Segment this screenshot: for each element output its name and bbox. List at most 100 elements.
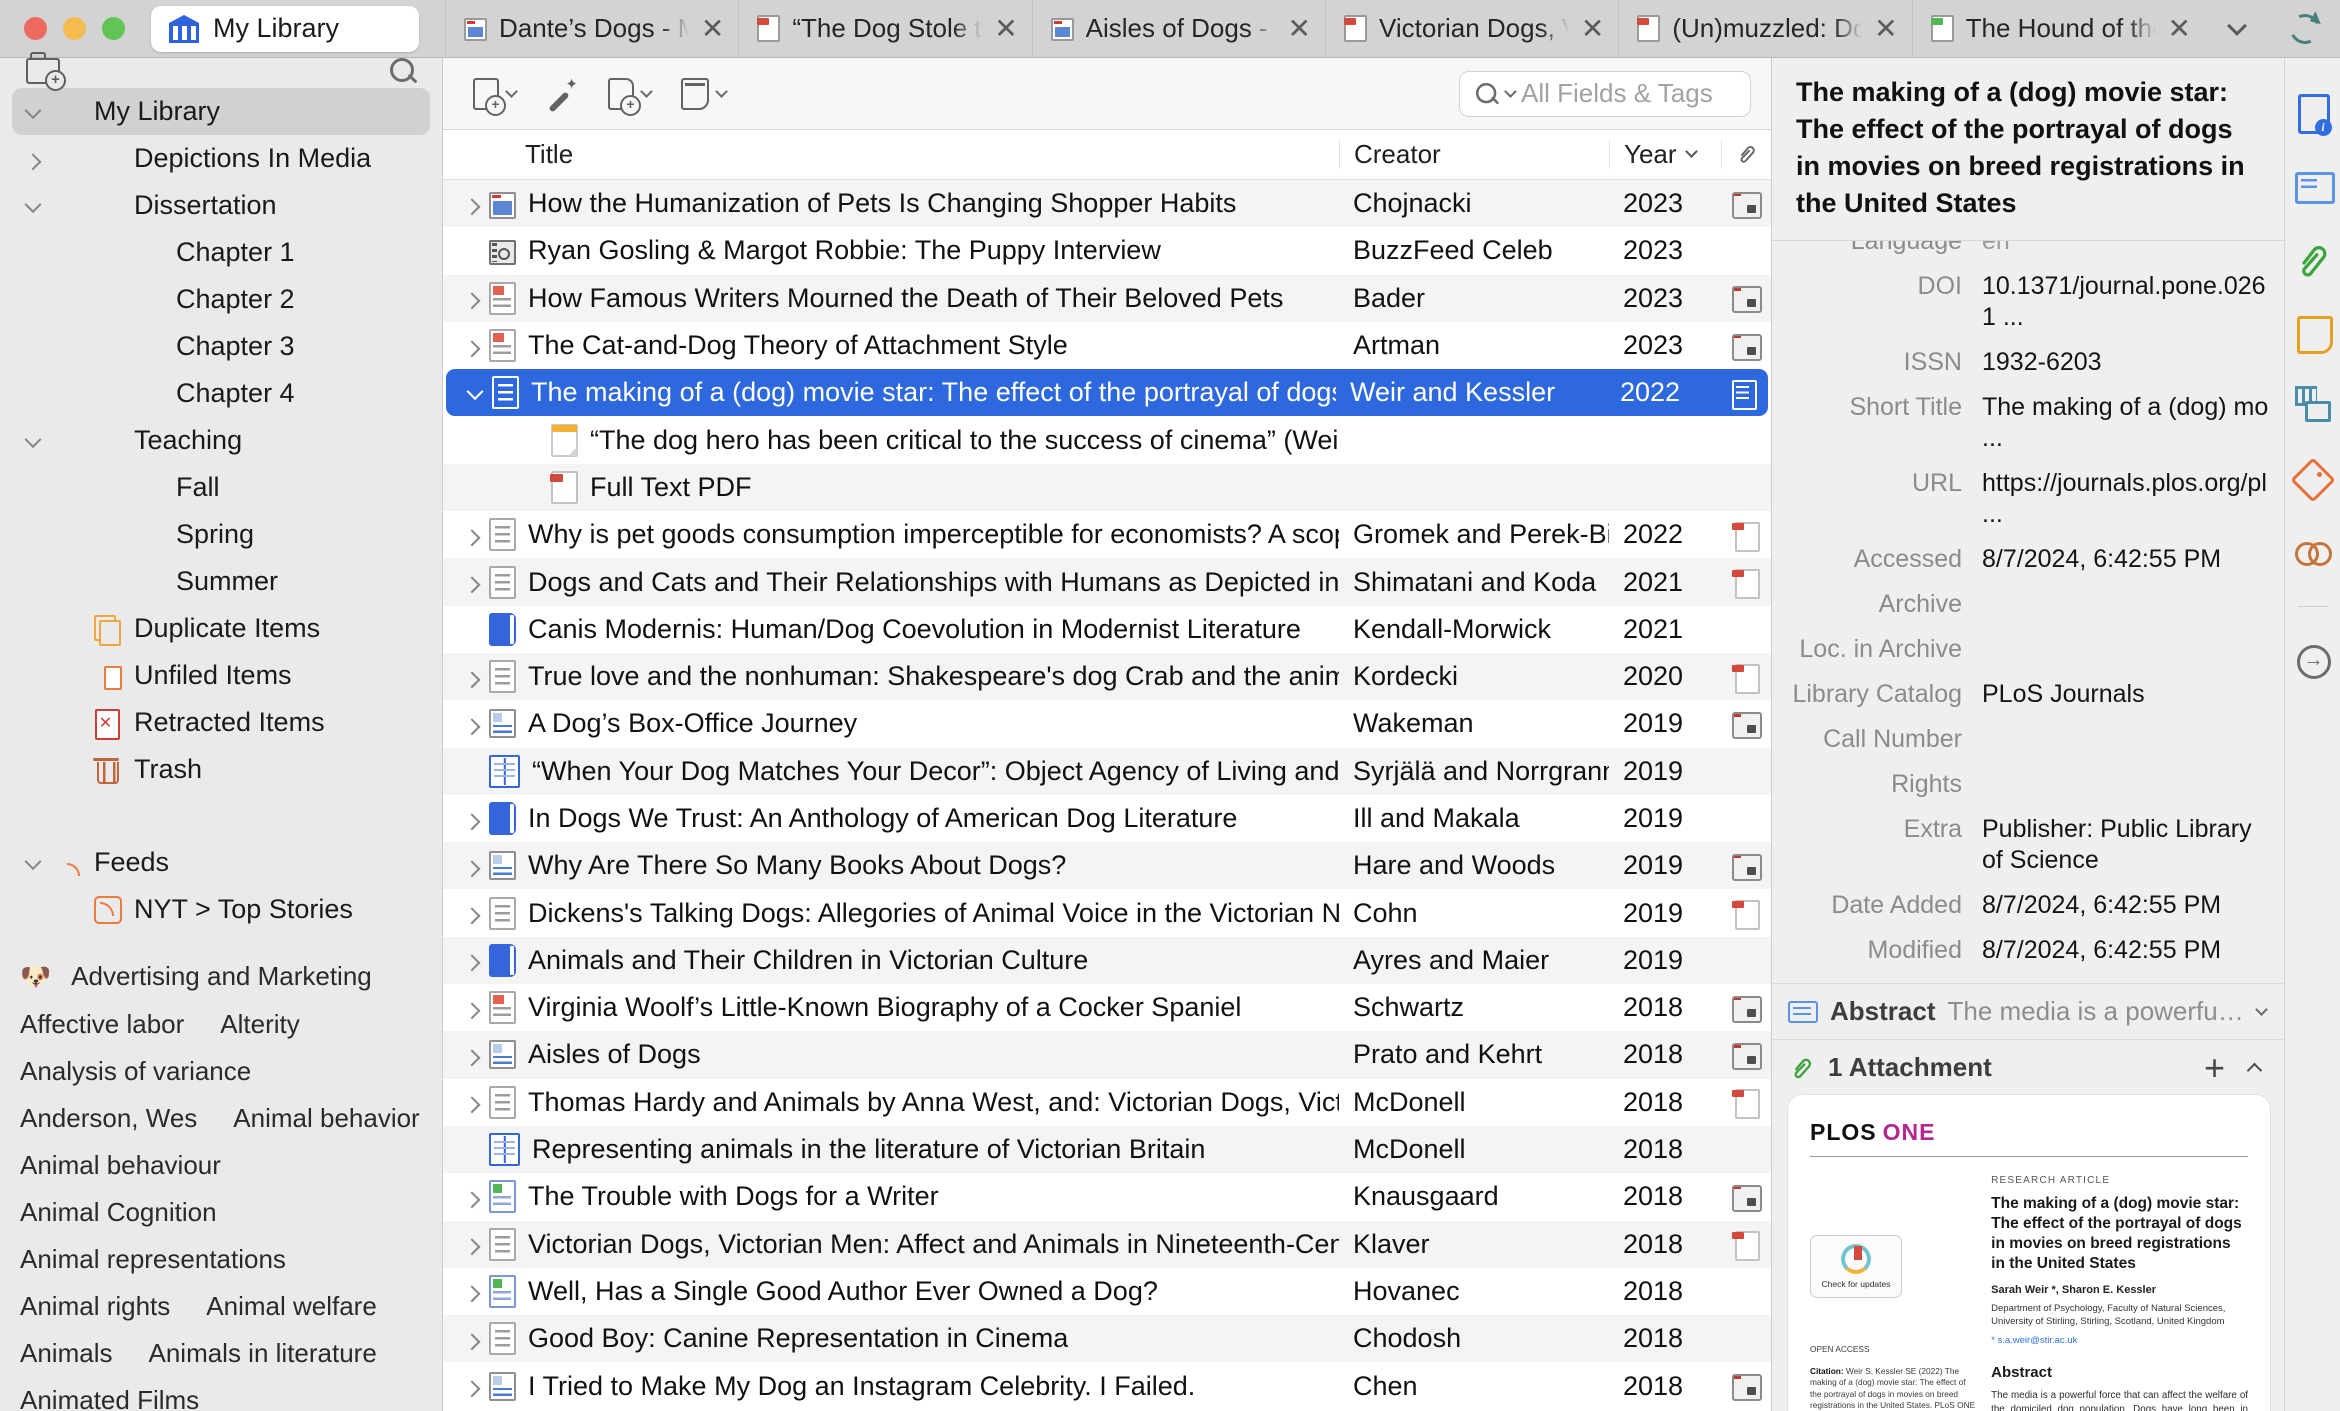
table-row[interactable]: Aisles of Dogs Prato and Kehrt 2018	[443, 1031, 1771, 1079]
metadata-row[interactable]: Date Added 8/7/2024, 6:42:55 PM	[1772, 883, 2274, 928]
metadata-row[interactable]: Extra Publisher: Public Library of Scien…	[1772, 807, 2274, 883]
add-by-identifier-button[interactable]	[536, 58, 588, 129]
twisty-icon[interactable]	[455, 529, 489, 541]
zoom-window-button[interactable]	[102, 17, 125, 40]
table-row[interactable]: “The dog hero has been critical to the s…	[443, 416, 1771, 463]
tag[interactable]: Analysis of variance	[20, 1054, 251, 1088]
twisty-icon[interactable]	[16, 200, 50, 212]
tab-my-library[interactable]: My Library	[151, 5, 419, 52]
twisty-icon[interactable]	[16, 106, 50, 118]
table-row[interactable]: Full Text PDF	[443, 463, 1771, 512]
attachments-section-header[interactable]: 1 Attachment +	[1772, 1040, 2284, 1093]
twisty-icon[interactable]	[455, 292, 489, 304]
tag[interactable]: Animated Films	[20, 1383, 199, 1411]
related-icon[interactable]	[2294, 532, 2332, 572]
table-row[interactable]: Representing animals in the literature o…	[443, 1125, 1771, 1174]
twisty-icon[interactable]	[16, 153, 50, 165]
table-row[interactable]: Animals and Their Children in Victorian …	[443, 936, 1771, 985]
twisty-icon[interactable]	[455, 907, 489, 919]
metadata-row[interactable]: Call Number	[1772, 717, 2274, 762]
metadata-row[interactable]: Accessed 8/7/2024, 6:42:55 PM	[1772, 537, 2274, 582]
new-note-button[interactable]	[671, 58, 736, 129]
tab-close-icon[interactable]: ✕	[1581, 12, 1604, 45]
reader-tab[interactable]: The Hound of the Ba ✕	[1911, 0, 2205, 57]
metadata-row[interactable]: Loc. in Archive	[1772, 627, 2274, 672]
column-header-attachment[interactable]	[1721, 139, 1771, 170]
field-value[interactable]	[1982, 634, 2274, 665]
reader-tab[interactable]: (Un)muzzled: Dogs i ✕	[1618, 0, 1911, 57]
collection-row[interactable]: Chapter 3	[12, 323, 430, 370]
table-row[interactable]: Victorian Dogs, Victorian Men: Affect an…	[443, 1220, 1771, 1268]
table-row[interactable]: Why Are There So Many Books About Dogs? …	[443, 842, 1771, 890]
table-row[interactable]: Why is pet goods consumption imperceptib…	[443, 511, 1771, 558]
table-row[interactable]: The Trouble with Dogs for a Writer Knaus…	[443, 1173, 1771, 1220]
collection-row[interactable]: NYT > Top Stories	[12, 886, 430, 933]
table-row[interactable]: How Famous Writers Mourned the Death of …	[443, 274, 1771, 322]
metadata-row[interactable]: URL https://journals.plos.org/pl ...	[1772, 461, 2274, 537]
table-row[interactable]: Thomas Hardy and Animals by Anna West, a…	[443, 1079, 1771, 1126]
collection-row[interactable]: Dissertation	[12, 182, 430, 229]
table-row[interactable]: Dickens's Talking Dogs: Allegories of An…	[443, 889, 1771, 936]
new-collection-icon[interactable]	[26, 52, 66, 91]
tab-close-icon[interactable]: ✕	[2168, 12, 2191, 45]
column-header-creator[interactable]: Creator	[1339, 139, 1609, 170]
collection-row[interactable]: Fall	[12, 464, 430, 511]
collection-row[interactable]: Retracted Items	[12, 699, 430, 746]
collection-row[interactable]: Trash	[12, 746, 430, 793]
metadata-row[interactable]: DOI 10.1371/journal.pone.0261 ...	[1772, 264, 2274, 340]
collection-row[interactable]: Feeds	[12, 839, 430, 886]
twisty-icon[interactable]	[455, 576, 489, 588]
collection-row[interactable]: Chapter 1	[12, 229, 430, 276]
field-value[interactable]: 10.1371/journal.pone.0261 ...	[1982, 271, 2274, 333]
table-row[interactable]: How the Humanization of Pets Is Changing…	[443, 180, 1771, 228]
metadata-row[interactable]: Modified 8/7/2024, 6:42:55 PM	[1772, 928, 2274, 973]
twisty-icon[interactable]	[455, 1285, 489, 1297]
table-row[interactable]: Well, Has a Single Good Author Ever Owne…	[443, 1268, 1771, 1315]
abstract-icon[interactable]	[2294, 172, 2335, 204]
field-value[interactable]: 8/7/2024, 6:42:55 PM	[1982, 544, 2274, 575]
table-row[interactable]: Ryan Gosling & Margot Robbie: The Puppy …	[443, 227, 1771, 274]
add-attachment-icon[interactable]: +	[2204, 1049, 2225, 1085]
notes-icon[interactable]	[2295, 314, 2333, 354]
field-value[interactable]	[1982, 769, 2274, 800]
collection-row[interactable]: Teaching	[12, 417, 430, 464]
field-value[interactable]: PLoS Journals	[1982, 679, 2274, 710]
metadata-row[interactable]: Archive	[1772, 582, 2274, 627]
collection-row[interactable]: Unfiled Items	[12, 652, 430, 699]
twisty-icon[interactable]	[455, 1238, 489, 1250]
tag[interactable]: Animal representations	[20, 1242, 286, 1276]
tag[interactable]: Animal Cognition	[20, 1195, 217, 1229]
collection-row[interactable]: Depictions In Media	[12, 135, 430, 182]
pdf-preview-card[interactable]: PLOS ONE Check for updates OPEN ACCESS Ci…	[1788, 1095, 2270, 1411]
column-header-title[interactable]: Title	[443, 139, 1339, 169]
table-row[interactable]: I Tried to Make My Dog an Instagram Cele…	[443, 1362, 1771, 1409]
collection-row[interactable]: Summer	[12, 558, 430, 605]
tab-close-icon[interactable]: ✕	[701, 12, 724, 45]
twisty-icon[interactable]	[455, 198, 489, 210]
tag[interactable]: 🐶 Advertising and Marketing	[20, 959, 372, 994]
field-value[interactable]	[1982, 724, 2274, 755]
field-value[interactable]	[1982, 589, 2274, 620]
collection-row[interactable]: Duplicate Items	[12, 605, 430, 652]
metadata-row[interactable]: Library Catalog PLoS Journals	[1772, 672, 2274, 717]
twisty-icon[interactable]	[455, 671, 489, 683]
table-row[interactable]: “When Your Dog Matches Your Decor”: Obje…	[443, 747, 1771, 795]
twisty-icon[interactable]	[455, 1049, 489, 1061]
field-value[interactable]: Publisher: Public Library of Science	[1982, 814, 2274, 876]
twisty-icon[interactable]	[455, 1096, 489, 1108]
search-box[interactable]: All Fields & Tags	[1459, 70, 1751, 117]
chevron-down-icon[interactable]	[2255, 1003, 2268, 1016]
tag[interactable]: Animal behavior	[233, 1101, 419, 1135]
twisty-icon[interactable]	[455, 1191, 489, 1203]
reader-tab[interactable]: Aisles of Dogs - Prat ✕	[1031, 0, 1325, 57]
libraries-collections-icon[interactable]	[2294, 384, 2331, 424]
locate-icon[interactable]	[2295, 641, 2331, 681]
attachments-icon[interactable]	[2295, 240, 2331, 280]
tag[interactable]: Affective labor	[20, 1007, 184, 1041]
table-row[interactable]: In Dogs We Trust: An Anthology of Americ…	[443, 795, 1771, 842]
table-row[interactable]: True love and the nonhuman: Shakespeare'…	[443, 652, 1771, 701]
tag[interactable]: Animal rights	[20, 1289, 170, 1323]
field-value[interactable]: 8/7/2024, 6:42:55 PM	[1982, 935, 2274, 966]
table-row[interactable]: The making of a (dog) movie star: The ef…	[446, 369, 1768, 417]
tag[interactable]: Animals in literature	[148, 1336, 376, 1370]
